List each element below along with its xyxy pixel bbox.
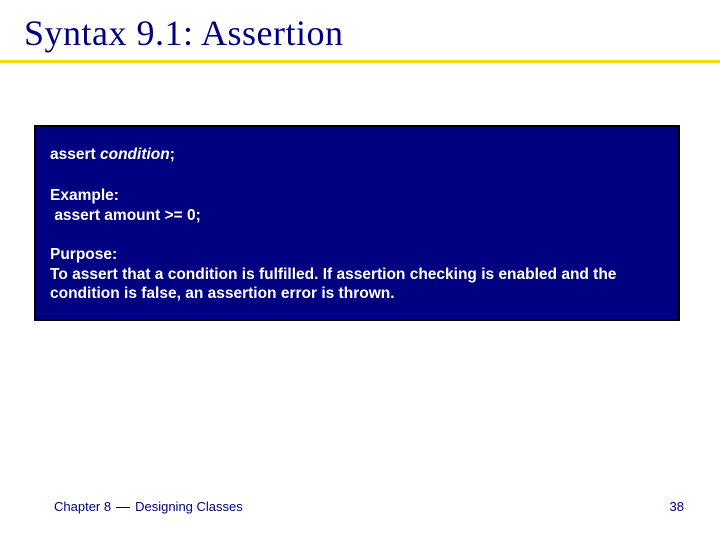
syntax-box: assert condition; Example: assert amount… xyxy=(34,125,680,321)
example-code-text: assert amount >= 0; xyxy=(54,207,200,224)
syntax-keyword: assert xyxy=(50,146,100,163)
slide-title: Syntax 9.1: Assertion xyxy=(24,12,696,60)
example-label: Example: xyxy=(50,186,664,205)
purpose-label: Purpose: xyxy=(50,245,664,264)
title-underline xyxy=(0,60,720,63)
footer-chapter-suffix: Designing Classes xyxy=(135,499,243,514)
footer-chapter-prefix: Chapter 8 xyxy=(54,499,111,514)
purpose-text: To assert that a condition is fulfilled.… xyxy=(50,265,664,304)
example-block: Example: assert amount >= 0; xyxy=(50,186,664,225)
footer: Chapter 8 Designing Classes 38 xyxy=(0,499,720,514)
example-code: assert amount >= 0; xyxy=(50,206,664,225)
purpose-block: Purpose: To assert that a condition is f… xyxy=(50,245,664,303)
syntax-semicolon: ; xyxy=(170,146,175,163)
footer-page-number: 38 xyxy=(670,499,684,514)
emdash-icon xyxy=(116,507,130,508)
syntax-condition: condition xyxy=(100,146,170,163)
slide: Syntax 9.1: Assertion assert condition; … xyxy=(0,0,720,540)
syntax-line: assert condition; xyxy=(50,145,664,164)
footer-chapter: Chapter 8 Designing Classes xyxy=(54,499,243,514)
